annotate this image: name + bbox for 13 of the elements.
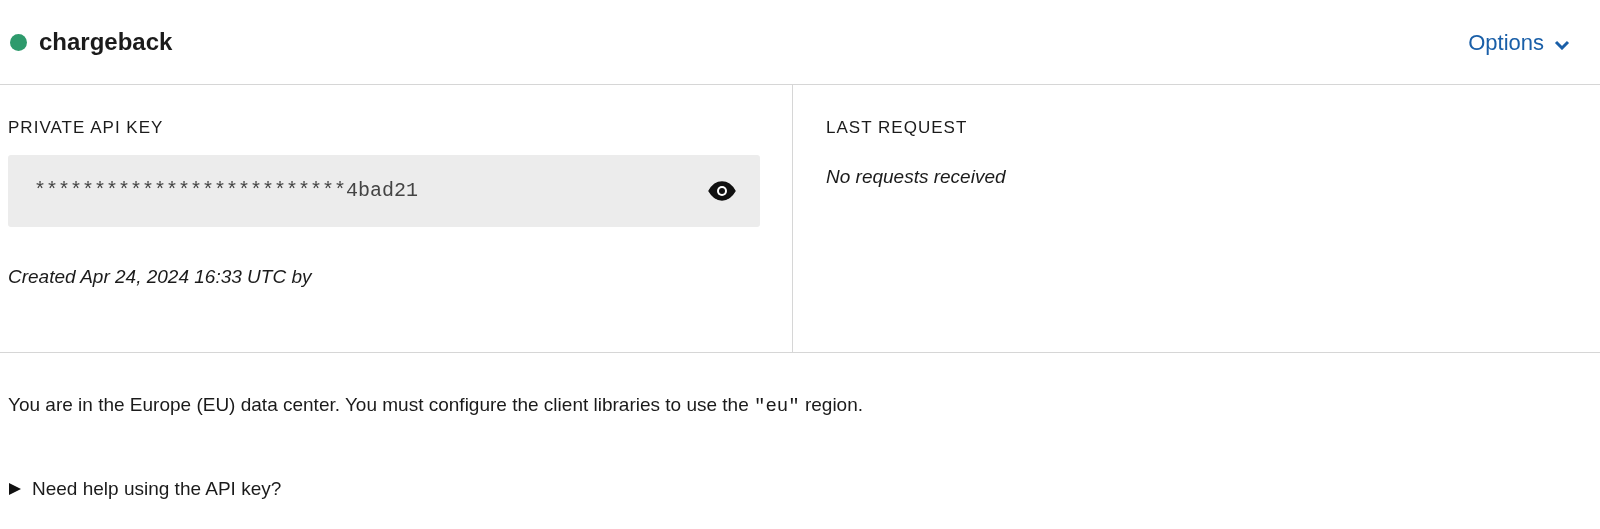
options-dropdown[interactable]: Options: [1468, 25, 1570, 59]
triangle-icon: [8, 481, 22, 496]
created-info: Created Apr 24, 2024 16:33 UTC by: [8, 264, 314, 289]
field-label: LAST REQUEST: [826, 117, 969, 139]
help-disclosure[interactable]: Need help using the API key?: [8, 474, 282, 503]
key-name: chargeback: [39, 27, 173, 57]
masked-key: **************************4bad21: [34, 175, 419, 206]
last-request-value: No requests received: [826, 164, 1007, 189]
field-label: PRIVATE API KEY: [8, 117, 165, 139]
eye-icon[interactable]: [708, 180, 736, 201]
data-center-notice: You are in the Europe (EU) data center. You must configure the client libraries to use the "eu" region.: [7, 393, 864, 419]
api-key-field[interactable]: **************************4bad21: [8, 154, 760, 227]
chevron-down-icon: [1554, 40, 1570, 50]
